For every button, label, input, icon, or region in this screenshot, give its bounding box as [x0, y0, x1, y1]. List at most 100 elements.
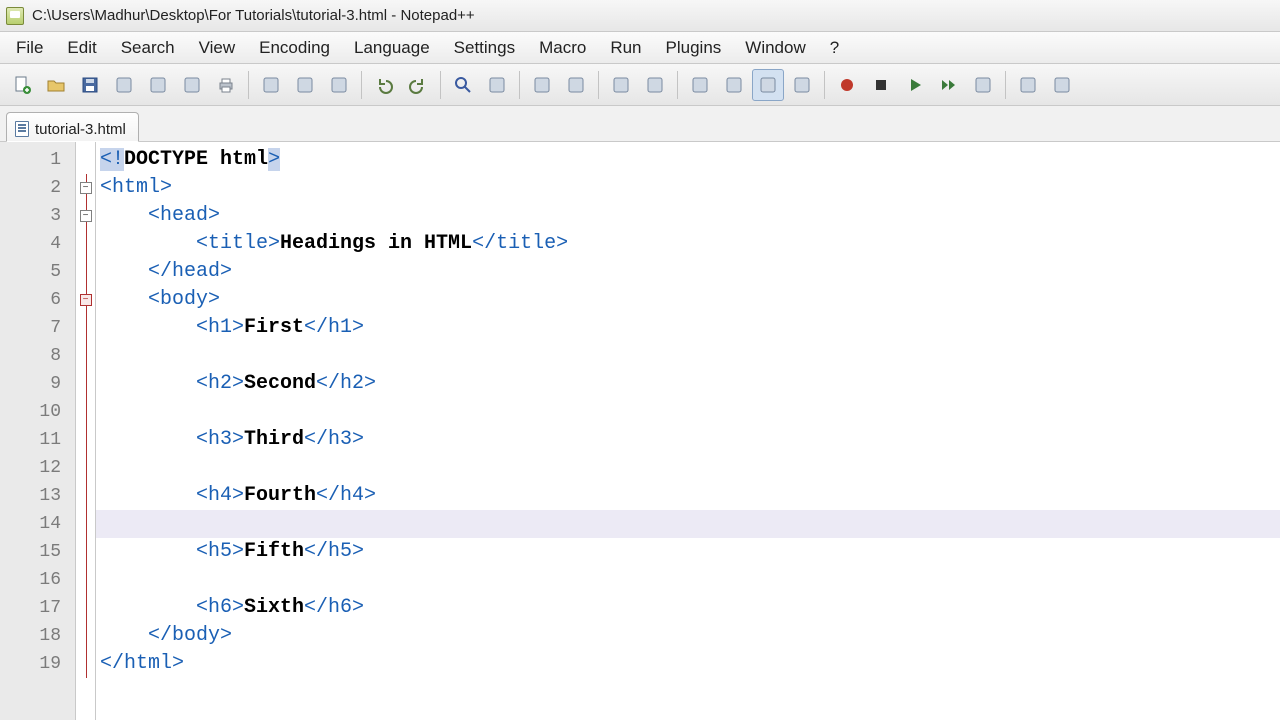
fold-cell[interactable]	[76, 566, 95, 594]
editor-pane[interactable]: 12345678910111213141516171819 −−− <!DOCT…	[0, 142, 1280, 720]
fold-cell[interactable]	[76, 370, 95, 398]
tab-label: tutorial-3.html	[35, 121, 126, 138]
toolbar-separator	[440, 71, 441, 99]
menu-plugins[interactable]: Plugins	[654, 32, 734, 63]
code-line[interactable]: <!DOCTYPE html>	[96, 146, 1280, 174]
line-number: 6	[0, 286, 75, 314]
save-macro-icon[interactable]	[967, 69, 999, 101]
fold-toggle-icon[interactable]: −	[80, 294, 92, 306]
fold-cell[interactable]	[76, 650, 95, 678]
menu-encoding[interactable]: Encoding	[247, 32, 342, 63]
find-icon[interactable]	[447, 69, 479, 101]
fold-cell[interactable]: −	[76, 174, 95, 202]
fold-cell[interactable]	[76, 258, 95, 286]
code-line[interactable]: <title>Headings in HTML</title>	[96, 230, 1280, 258]
line-number: 7	[0, 314, 75, 342]
print-icon[interactable]	[210, 69, 242, 101]
fold-cell[interactable]	[76, 510, 95, 538]
fold-cell[interactable]	[76, 538, 95, 566]
menu-run[interactable]: Run	[598, 32, 653, 63]
play-fast-icon[interactable]	[933, 69, 965, 101]
code-line[interactable]: <head>	[96, 202, 1280, 230]
fold-cell[interactable]	[76, 454, 95, 482]
menu-file[interactable]: File	[4, 32, 55, 63]
fold-cell[interactable]	[76, 230, 95, 258]
close-icon[interactable]	[142, 69, 174, 101]
stop-macro-icon[interactable]	[865, 69, 897, 101]
folder-icon[interactable]	[1012, 69, 1044, 101]
fold-toggle-icon[interactable]: −	[80, 182, 92, 194]
indent-guide-icon[interactable]	[752, 69, 784, 101]
fold-cell[interactable]	[76, 622, 95, 650]
cut-icon[interactable]	[255, 69, 287, 101]
code-line[interactable]	[96, 398, 1280, 426]
show-all-icon[interactable]	[718, 69, 750, 101]
play-macro-icon[interactable]	[899, 69, 931, 101]
zoom-out-icon[interactable]	[560, 69, 592, 101]
code-line[interactable]	[96, 510, 1280, 538]
redo-icon[interactable]	[402, 69, 434, 101]
sync-v-icon[interactable]	[605, 69, 637, 101]
code-line[interactable]: <h5>Fifth</h5>	[96, 538, 1280, 566]
fold-cell[interactable]: −	[76, 286, 95, 314]
menu-window[interactable]: Window	[733, 32, 817, 63]
fold-cell[interactable]	[76, 594, 95, 622]
menu-search[interactable]: Search	[109, 32, 187, 63]
fold-cell[interactable]	[76, 342, 95, 370]
line-number: 1	[0, 146, 75, 174]
code-line[interactable]	[96, 342, 1280, 370]
menu-macro[interactable]: Macro	[527, 32, 598, 63]
code-line[interactable]	[96, 566, 1280, 594]
fold-cell[interactable]	[76, 426, 95, 454]
menu-[interactable]: ?	[818, 32, 851, 63]
code-line[interactable]: <h1>First</h1>	[96, 314, 1280, 342]
fold-margin[interactable]: − − −	[76, 142, 96, 720]
sync-h-icon[interactable]	[639, 69, 671, 101]
toolbar	[0, 64, 1280, 106]
code-line[interactable]: <html>	[96, 174, 1280, 202]
replace-icon[interactable]	[481, 69, 513, 101]
code-line[interactable]: <h4>Fourth</h4>	[96, 482, 1280, 510]
fold-cell[interactable]	[76, 314, 95, 342]
line-number: 8	[0, 342, 75, 370]
paste-icon[interactable]	[323, 69, 355, 101]
menu-settings[interactable]: Settings	[442, 32, 527, 63]
fold-cell[interactable]	[76, 482, 95, 510]
code-line[interactable]: <h3>Third</h3>	[96, 426, 1280, 454]
new-icon[interactable]	[6, 69, 38, 101]
line-number: 14	[0, 510, 75, 538]
code-line[interactable]: </head>	[96, 258, 1280, 286]
code-line[interactable]: </body>	[96, 622, 1280, 650]
code-line[interactable]: </html>	[96, 650, 1280, 678]
fold-cell[interactable]	[76, 398, 95, 426]
code-line[interactable]: <body>	[96, 286, 1280, 314]
menu-view[interactable]: View	[187, 32, 248, 63]
fold-cell[interactable]: −	[76, 202, 95, 230]
fold-toggle-icon[interactable]: −	[80, 210, 92, 222]
close-all-icon[interactable]	[176, 69, 208, 101]
zoom-in-icon[interactable]	[526, 69, 558, 101]
undo-icon[interactable]	[368, 69, 400, 101]
wordwrap-icon[interactable]	[684, 69, 716, 101]
line-number: 16	[0, 566, 75, 594]
record-macro-icon[interactable]	[831, 69, 863, 101]
save-all-icon[interactable]	[108, 69, 140, 101]
document-tab[interactable]: tutorial-3.html	[6, 112, 139, 142]
toolbar-separator	[598, 71, 599, 99]
update-icon[interactable]	[1046, 69, 1078, 101]
code-line[interactable]: <h6>Sixth</h6>	[96, 594, 1280, 622]
copy-icon[interactable]	[289, 69, 321, 101]
line-number: 4	[0, 230, 75, 258]
fold-cell[interactable]	[76, 146, 95, 174]
open-icon[interactable]	[40, 69, 72, 101]
window-title: C:\Users\Madhur\Desktop\For Tutorials\tu…	[32, 7, 475, 24]
code-area[interactable]: <!DOCTYPE html><html> <head> <title>Head…	[96, 142, 1280, 720]
save-icon[interactable]	[74, 69, 106, 101]
doc-map-icon[interactable]	[786, 69, 818, 101]
line-number: 13	[0, 482, 75, 510]
code-line[interactable]: <h2>Second</h2>	[96, 370, 1280, 398]
menu-language[interactable]: Language	[342, 32, 442, 63]
line-number: 12	[0, 454, 75, 482]
menu-edit[interactable]: Edit	[55, 32, 108, 63]
code-line[interactable]	[96, 454, 1280, 482]
